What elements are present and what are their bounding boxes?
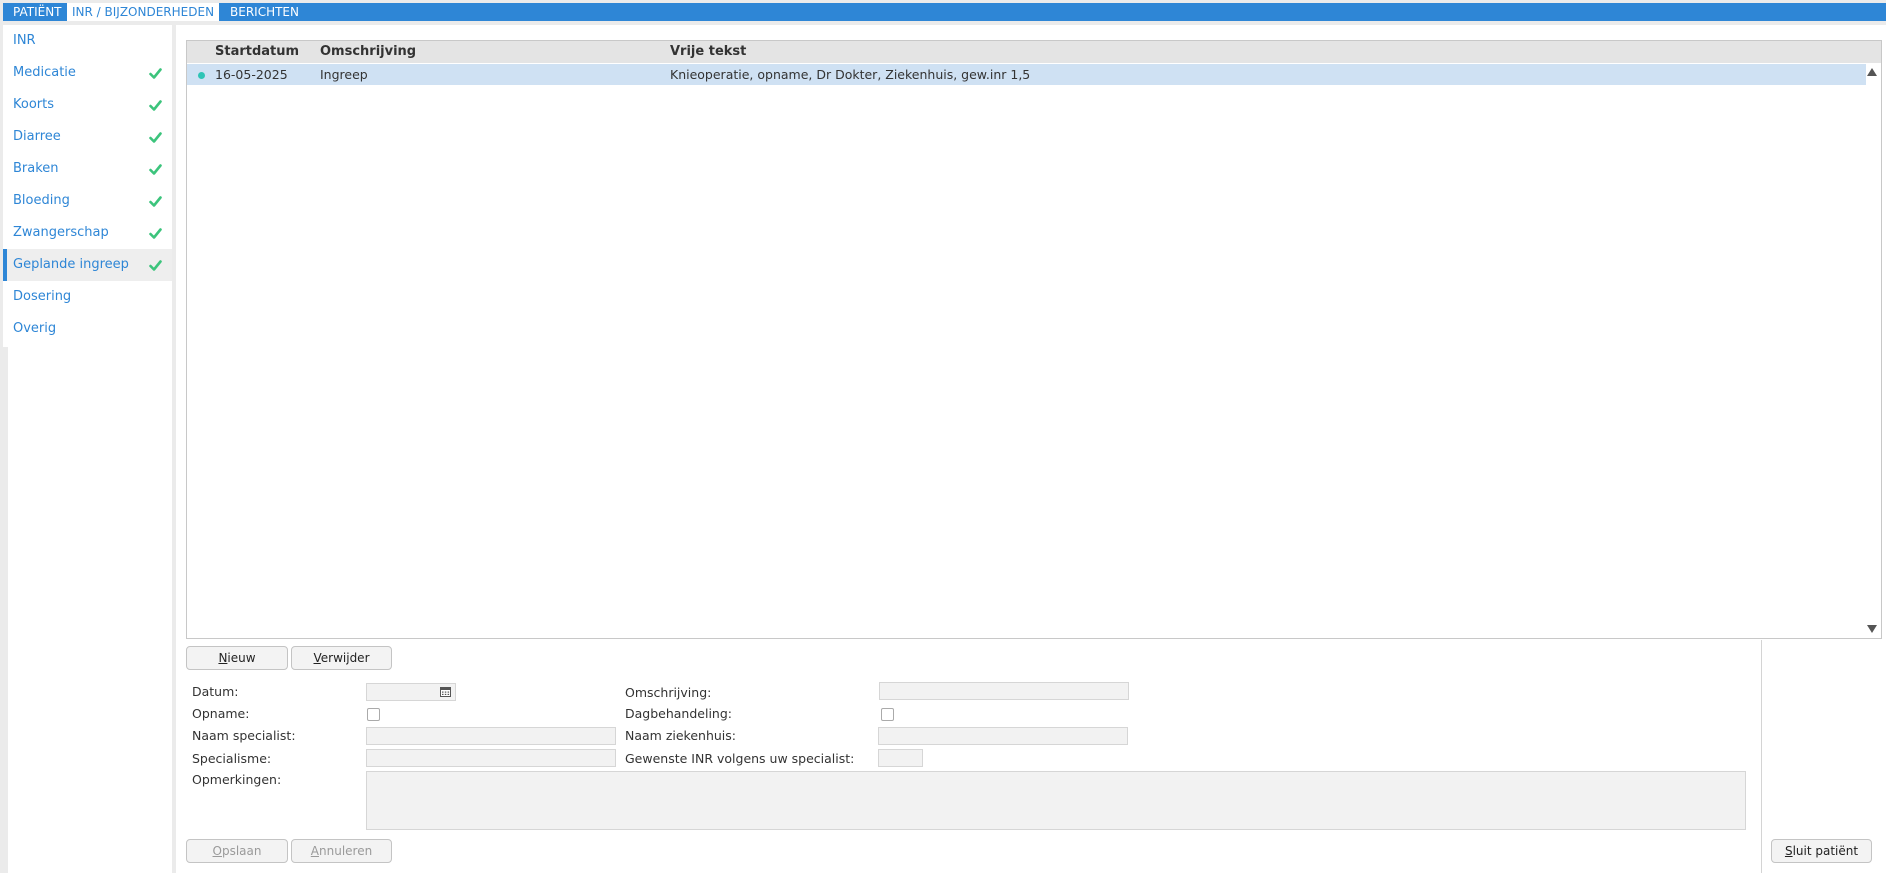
tab-inr-bijzonderheden[interactable]: INR / BIJZONDERHEDEN — [67, 3, 220, 21]
tab-patient[interactable]: PATIËNT — [8, 3, 67, 21]
checkmark-icon — [149, 228, 162, 239]
nieuw-label: ieuw — [227, 651, 256, 665]
checkmark-icon — [149, 100, 162, 111]
verwijder-label: erwijder — [320, 651, 370, 665]
dagbehandeling-checkbox[interactable] — [881, 708, 894, 721]
annuleren-label: nnuleren — [319, 844, 373, 858]
sidebar-item-medicatie[interactable]: Medicatie — [3, 57, 172, 89]
sidebar-item-bloeding[interactable]: Bloeding — [3, 185, 172, 217]
gewenste-inr-field[interactable] — [878, 749, 923, 767]
opslaan-accel: O — [212, 844, 222, 858]
column-omschrijving[interactable]: Omschrijving — [320, 41, 416, 63]
column-startdatum[interactable]: Startdatum — [215, 41, 299, 63]
cell-startdatum: 16-05-2025 — [215, 67, 288, 82]
sidebar-item-label: Koorts — [13, 97, 54, 112]
tab-berichten[interactable]: BERICHTEN — [225, 3, 304, 21]
sidebar-item-dosering[interactable]: Dosering — [3, 281, 172, 313]
checkmark-icon — [149, 196, 162, 207]
checkmark-icon — [149, 260, 162, 271]
datum-label: Datum: — [192, 684, 239, 699]
naam-ziekenhuis-label: Naam ziekenhuis: — [625, 728, 736, 743]
top-tab-bar: PATIËNT INR / BIJZONDERHEDEN BERICHTEN — [3, 3, 1886, 21]
ingreep-grid: Startdatum Omschrijving Vrije tekst 16-0… — [186, 40, 1882, 639]
checkmark-icon — [149, 164, 162, 175]
sidebar-item-label: Bloeding — [13, 193, 70, 208]
checkmark-icon — [149, 68, 162, 79]
naam-specialist-field[interactable] — [366, 727, 616, 745]
opmerkingen-field[interactable] — [366, 771, 1746, 830]
sidebar-item-overig[interactable]: Overig — [3, 313, 172, 345]
gewenste-inr-label: Gewenste INR volgens uw specialist: — [625, 751, 855, 766]
verwijder-accel: V — [313, 651, 321, 665]
opname-checkbox[interactable] — [367, 708, 380, 721]
cell-omschrijving: Ingreep — [320, 67, 368, 82]
datum-field[interactable] — [366, 683, 456, 701]
sluit-patient-button[interactable]: Sluit patiënt — [1771, 839, 1872, 863]
opslaan-button[interactable]: Opslaan — [186, 839, 288, 863]
sidebar-gap — [3, 347, 8, 873]
checkmark-icon — [149, 132, 162, 143]
sidebar-item-label: Diarree — [13, 129, 61, 144]
sluit-label: luit patiënt — [1792, 844, 1859, 858]
naam-specialist-label: Naam specialist: — [192, 728, 296, 743]
grid-header: Startdatum Omschrijving Vrije tekst — [187, 41, 1881, 63]
sidebar-item-geplande-ingreep[interactable]: Geplande ingreep — [3, 249, 172, 281]
dagbehandeling-label: Dagbehandeling: — [625, 706, 732, 721]
sidebar-item-label: Geplande ingreep — [13, 257, 129, 272]
specialisme-field[interactable] — [366, 749, 616, 767]
scroll-up-arrow-icon[interactable] — [1867, 68, 1877, 76]
opmerkingen-label: Opmerkingen: — [192, 772, 282, 787]
calendar-icon[interactable] — [440, 687, 451, 697]
sidebar-item-label: Braken — [13, 161, 59, 176]
verwijder-button[interactable]: Verwijder — [291, 646, 392, 670]
sidebar-item-label: Dosering — [13, 289, 72, 304]
cell-vrije-tekst: Knieoperatie, opname, Dr Dokter, Ziekenh… — [670, 67, 1031, 82]
annuleren-button[interactable]: Annuleren — [291, 839, 392, 863]
sidebar: INR Medicatie Koorts Diarree Braken Bloeding Z… — [3, 25, 172, 873]
sidebar-item-zwangerschap[interactable]: Zwangerschap — [3, 217, 172, 249]
sidebar-item-label: Medicatie — [13, 65, 76, 80]
omschrijving-label: Omschrijving: — [625, 685, 712, 700]
column-vrije-tekst[interactable]: Vrije tekst — [670, 41, 746, 63]
sidebar-item-diarree[interactable]: Diarree — [3, 121, 172, 153]
naam-ziekenhuis-field[interactable] — [878, 727, 1128, 745]
sluit-accel: S — [1784, 844, 1793, 858]
opslaan-label: pslaan — [221, 844, 262, 858]
sidebar-item-braken[interactable]: Braken — [3, 153, 172, 185]
sidebar-item-inr[interactable]: INR — [3, 25, 172, 57]
annuleren-accel: A — [310, 844, 319, 858]
sidebar-item-label: INR — [13, 33, 36, 48]
sidebar-nav: INR Medicatie Koorts Diarree Braken Bloeding Z… — [3, 25, 172, 345]
nieuw-button[interactable]: Nieuw — [186, 646, 288, 670]
panel-divider — [1761, 640, 1762, 873]
sidebar-item-koorts[interactable]: Koorts — [3, 89, 172, 121]
opname-label: Opname: — [192, 706, 250, 721]
table-row[interactable]: 16-05-2025 Ingreep Knieoperatie, opname,… — [187, 64, 1866, 85]
specialisme-label: Specialisme: — [192, 751, 272, 766]
scroll-down-arrow-icon[interactable] — [1867, 625, 1877, 633]
sidebar-item-label: Overig — [13, 321, 57, 336]
status-dot-icon — [198, 72, 205, 79]
omschrijving-field[interactable] — [879, 682, 1129, 700]
sidebar-item-label: Zwangerschap — [13, 225, 109, 240]
